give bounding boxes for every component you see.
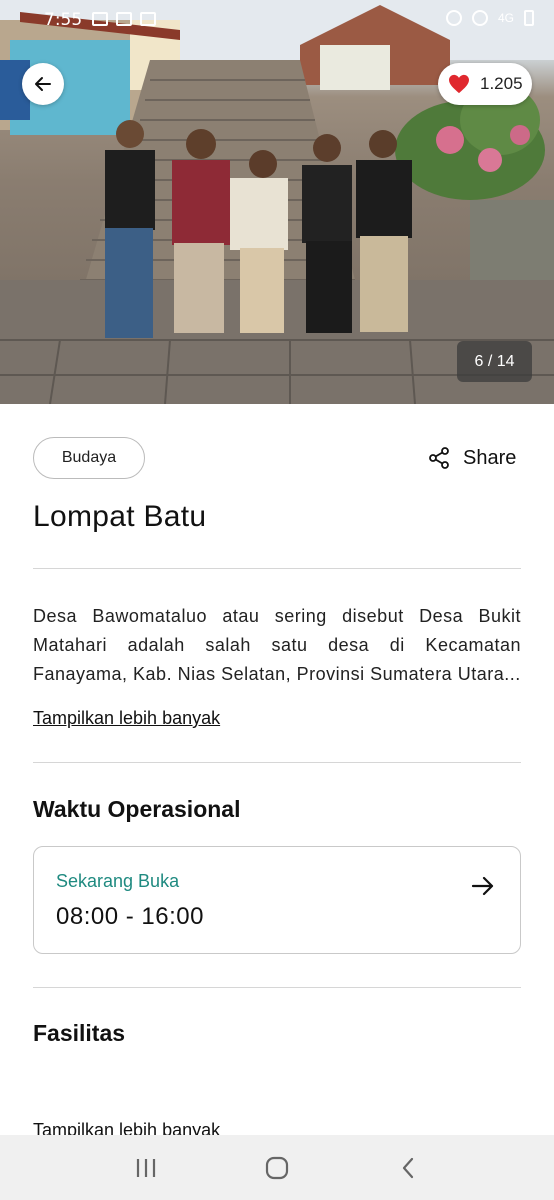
status-time: 7:55 (44, 10, 83, 30)
like-count: 1.205 (480, 74, 523, 93)
arrow-left-icon (35, 77, 51, 91)
alarm-icon (445, 10, 462, 26)
notification-icons (92, 12, 156, 26)
recent-apps-button[interactable] (126, 1148, 166, 1188)
back-button[interactable] (22, 63, 64, 105)
back-nav-icon (403, 1157, 414, 1178)
arrow-right-icon (471, 876, 494, 896)
divider (33, 568, 521, 569)
page-title: Lompat Batu (33, 500, 207, 533)
status-bar: 7:55 4G (0, 0, 554, 40)
home-icon (265, 1156, 289, 1179)
home-button[interactable] (257, 1148, 297, 1188)
back-nav-button[interactable] (388, 1148, 428, 1188)
network-label: 4G (497, 11, 514, 25)
divider (33, 762, 521, 763)
facilities-title: Fasilitas (33, 1020, 126, 1046)
operational-hours-title: Waktu Operasional (33, 796, 241, 822)
recent-apps-icon (136, 1158, 155, 1177)
notification-icon (116, 12, 132, 26)
image-counter: 6 / 14 (457, 341, 532, 382)
like-button[interactable]: 1.205 (438, 63, 532, 105)
open-status: Sekarang Buka (56, 871, 180, 891)
description-text: Desa Bawomataluo atau sering disebut Des… (33, 606, 521, 684)
category-chip[interactable]: Budaya (33, 437, 145, 479)
share-icon (429, 447, 449, 469)
mute-icon (471, 10, 488, 26)
battery-icon (524, 10, 534, 26)
operational-hours-card[interactable]: Sekarang Buka 08:00 - 16:00 (33, 846, 521, 954)
divider (33, 987, 521, 988)
heart-icon (449, 74, 469, 94)
show-more-description-link[interactable]: Tampilkan lebih banyak (33, 708, 220, 729)
system-icons: 4G (445, 10, 534, 26)
hero-image[interactable]: 7:55 4G 1.205 6 / 14 (0, 0, 554, 404)
share-label: Share (463, 446, 517, 469)
notification-icon (92, 12, 108, 26)
opening-hours: 08:00 - 16:00 (56, 903, 204, 930)
notification-icon (140, 12, 156, 26)
share-button[interactable]: Share (427, 446, 516, 470)
system-navigation-bar (0, 1135, 554, 1200)
